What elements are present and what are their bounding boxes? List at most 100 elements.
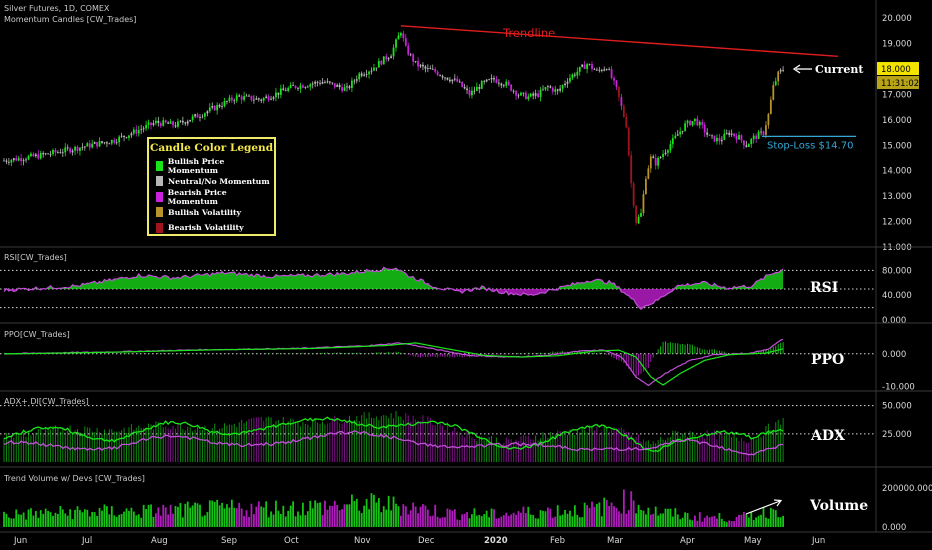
volume-bar bbox=[752, 520, 755, 527]
volume-bar bbox=[610, 502, 613, 527]
volume-bar bbox=[243, 515, 245, 527]
volume-bar bbox=[132, 511, 135, 527]
volume-bar bbox=[49, 512, 52, 527]
candle-body bbox=[588, 64, 591, 65]
candle-body bbox=[346, 86, 348, 88]
volume-bar bbox=[304, 515, 307, 527]
volume-panel[interactable] bbox=[3, 489, 784, 527]
volume-bar bbox=[488, 517, 490, 527]
volume-panel-title: Trend Volume w/ Devs [CW_Trades] bbox=[4, 474, 145, 483]
candle-body bbox=[441, 75, 444, 78]
volume-bar bbox=[150, 504, 152, 527]
signal-line[interactable] bbox=[4, 342, 784, 386]
candle-body bbox=[566, 81, 569, 84]
volume-bar bbox=[767, 518, 770, 527]
volume-bar bbox=[324, 500, 326, 527]
candle-body bbox=[333, 83, 336, 87]
candle-body bbox=[289, 84, 292, 88]
candle-body bbox=[463, 86, 466, 89]
volume-bar bbox=[426, 509, 429, 527]
volume-bar bbox=[429, 516, 432, 527]
area-below bbox=[4, 289, 784, 310]
trendline[interactable] bbox=[400, 25, 839, 58]
adx-panel[interactable] bbox=[0, 405, 874, 462]
volume-bar bbox=[270, 511, 272, 527]
candle-body bbox=[762, 131, 765, 135]
candle-body bbox=[765, 125, 767, 135]
volume-bar bbox=[159, 515, 162, 527]
volume-bar bbox=[181, 517, 184, 527]
volume-bar bbox=[747, 517, 750, 527]
volume-bar bbox=[507, 516, 510, 527]
volume-bar bbox=[284, 516, 287, 527]
volume-bar bbox=[757, 515, 760, 527]
candle-body bbox=[287, 87, 290, 91]
candle-body bbox=[444, 77, 446, 79]
volume-bar bbox=[358, 510, 361, 527]
volume-bar bbox=[88, 516, 91, 527]
volume-bar bbox=[534, 518, 537, 527]
candle-body bbox=[642, 194, 645, 214]
volume-bar bbox=[566, 513, 569, 527]
candle-body bbox=[520, 92, 522, 96]
candle-body bbox=[363, 74, 366, 76]
candle-body bbox=[689, 120, 691, 126]
ppo-big-label: PPO bbox=[811, 352, 844, 368]
volume-bar bbox=[561, 514, 564, 527]
candle-body bbox=[319, 82, 321, 84]
candle-body bbox=[681, 130, 684, 132]
candle-body bbox=[757, 132, 760, 139]
volume-bar bbox=[216, 499, 219, 527]
volume-bar bbox=[698, 512, 701, 527]
candle-body bbox=[409, 54, 412, 56]
candle-body bbox=[549, 86, 552, 88]
candle-body bbox=[667, 150, 669, 153]
volume-bar bbox=[762, 506, 765, 527]
candle-body bbox=[733, 133, 735, 136]
candle-body bbox=[181, 120, 184, 123]
indicator-line[interactable] bbox=[3, 338, 784, 387]
rsi-panel[interactable] bbox=[0, 266, 874, 311]
volume-bar bbox=[627, 510, 630, 527]
candle-body bbox=[507, 81, 510, 85]
volume-bar bbox=[608, 505, 611, 527]
volume-bar bbox=[647, 507, 650, 527]
candle-body bbox=[385, 56, 388, 60]
volume-bar bbox=[598, 502, 601, 527]
volume-bar bbox=[341, 509, 343, 527]
volume-bar bbox=[93, 512, 96, 527]
volume-bar bbox=[694, 515, 696, 527]
candle-body bbox=[373, 67, 375, 71]
candle-body bbox=[537, 93, 539, 98]
volume-bar bbox=[500, 516, 503, 527]
candle-body bbox=[532, 93, 535, 96]
legend-swatch bbox=[156, 160, 163, 171]
volume-bar bbox=[240, 508, 243, 527]
candle-body bbox=[451, 79, 454, 82]
candle-body bbox=[260, 99, 263, 101]
volume-bar bbox=[221, 502, 223, 527]
price-panel[interactable]: Trendline Stop-Loss $14.70 Current bbox=[3, 25, 864, 226]
candle-body bbox=[324, 81, 326, 83]
candle-body bbox=[267, 96, 270, 100]
volume-bar bbox=[213, 501, 216, 527]
volume-bar bbox=[360, 513, 363, 527]
volume-bar bbox=[390, 510, 392, 527]
rsi-panel-title: RSI[CW_Trades] bbox=[4, 253, 67, 262]
volume-bar bbox=[613, 506, 615, 527]
ppo-panel[interactable] bbox=[0, 338, 874, 387]
volume-bar bbox=[282, 505, 285, 527]
candle-body bbox=[284, 90, 287, 92]
candle-body bbox=[177, 121, 179, 127]
candle-body bbox=[559, 88, 562, 91]
price-tick-label: 12.000 bbox=[882, 218, 912, 228]
volume-bar bbox=[32, 515, 35, 527]
volume-bar bbox=[542, 510, 544, 527]
volume-bar bbox=[424, 505, 427, 527]
candle-body bbox=[547, 86, 549, 88]
candle-body bbox=[262, 98, 265, 101]
volume-bar bbox=[277, 510, 280, 527]
candle-body bbox=[64, 147, 67, 153]
candle-body bbox=[694, 118, 696, 122]
volume-bar bbox=[596, 503, 598, 527]
